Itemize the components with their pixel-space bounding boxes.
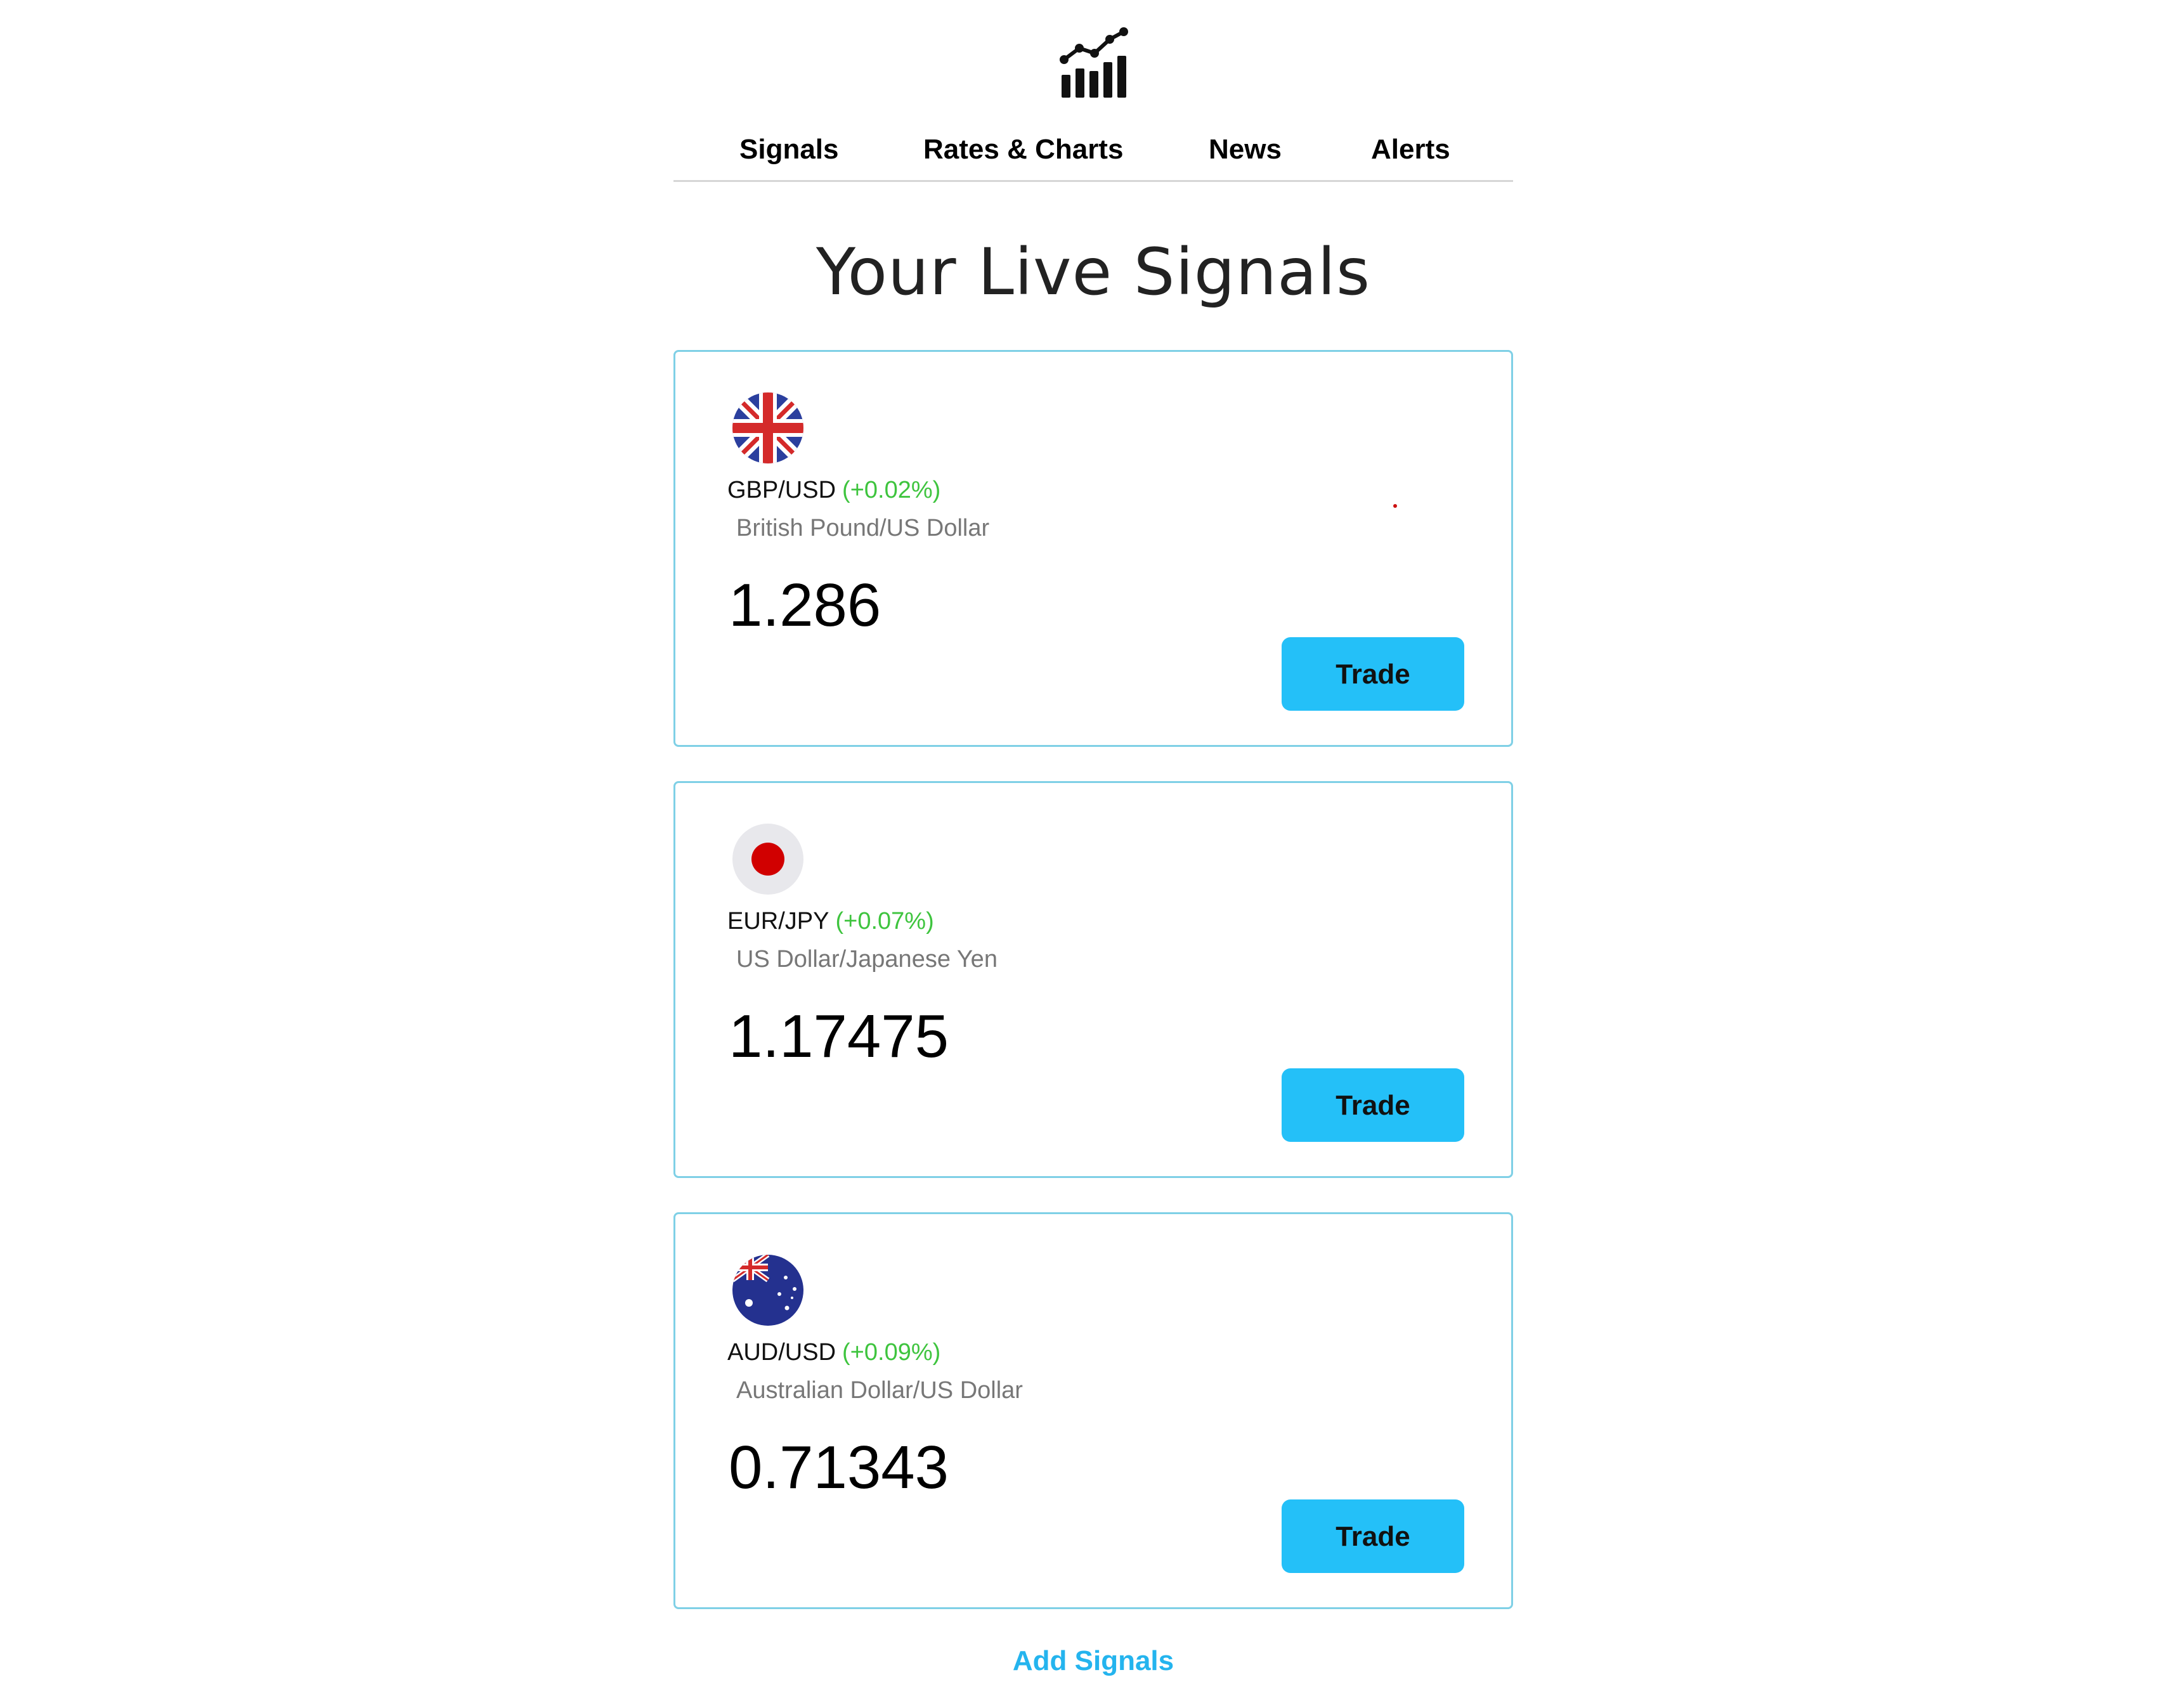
pair-change: (+0.07%)	[835, 908, 934, 935]
pair-header: AUD/USD (+0.09%)	[727, 1335, 940, 1370]
signal-card: GBP/USD (+0.02%) British Pound/US Dollar …	[673, 350, 1513, 747]
trade-button[interactable]: Trade	[1282, 1499, 1464, 1573]
nav-item-news[interactable]: News	[1209, 131, 1282, 169]
nav-item-alerts[interactable]: Alerts	[1371, 131, 1450, 169]
pair-description: Australian Dollar/US Dollar	[736, 1377, 1023, 1404]
rate-value: 0.71343	[729, 1434, 949, 1501]
pair-code: EUR/JPY	[727, 908, 829, 935]
add-signals-link[interactable]: Add Signals	[673, 1642, 1513, 1680]
uk-flag-icon	[732, 392, 803, 463]
pair-change: (+0.02%)	[842, 477, 941, 503]
japan-flag-icon	[732, 824, 803, 895]
pair-header: GBP/USD (+0.02%)	[727, 472, 940, 508]
pair-description: US Dollar/Japanese Yen	[736, 946, 998, 973]
red-dot	[1393, 504, 1397, 508]
pair-code: GBP/USD	[727, 477, 836, 503]
page-title: Your Live Signals	[816, 235, 1371, 310]
nav-item-signals[interactable]: Signals	[739, 131, 839, 169]
rate-value: 1.17475	[729, 1002, 949, 1070]
pair-header: EUR/JPY (+0.07%)	[727, 903, 934, 939]
signal-card: EUR/JPY (+0.07%) US Dollar/Japanese Yen 1…	[673, 781, 1513, 1178]
nav-item-rates-charts[interactable]: Rates & Charts	[923, 131, 1123, 169]
app-container: Signals Rates & Charts News Alerts Your …	[673, 0, 1513, 1696]
trade-button[interactable]: Trade	[1282, 1068, 1464, 1142]
bar-chart-trend-icon[interactable]	[1056, 25, 1133, 101]
pair-code: AUD/USD	[727, 1339, 836, 1366]
signal-card: AUD/USD (+0.09%) Australian Dollar/US Dol…	[673, 1212, 1513, 1609]
main-nav: Signals Rates & Charts News Alerts	[673, 114, 1513, 182]
pair-description: British Pound/US Dollar	[736, 515, 990, 541]
rate-value: 1.286	[729, 571, 881, 639]
trade-button[interactable]: Trade	[1282, 637, 1464, 711]
pair-change: (+0.09%)	[842, 1339, 941, 1366]
australia-flag-icon	[732, 1255, 803, 1326]
